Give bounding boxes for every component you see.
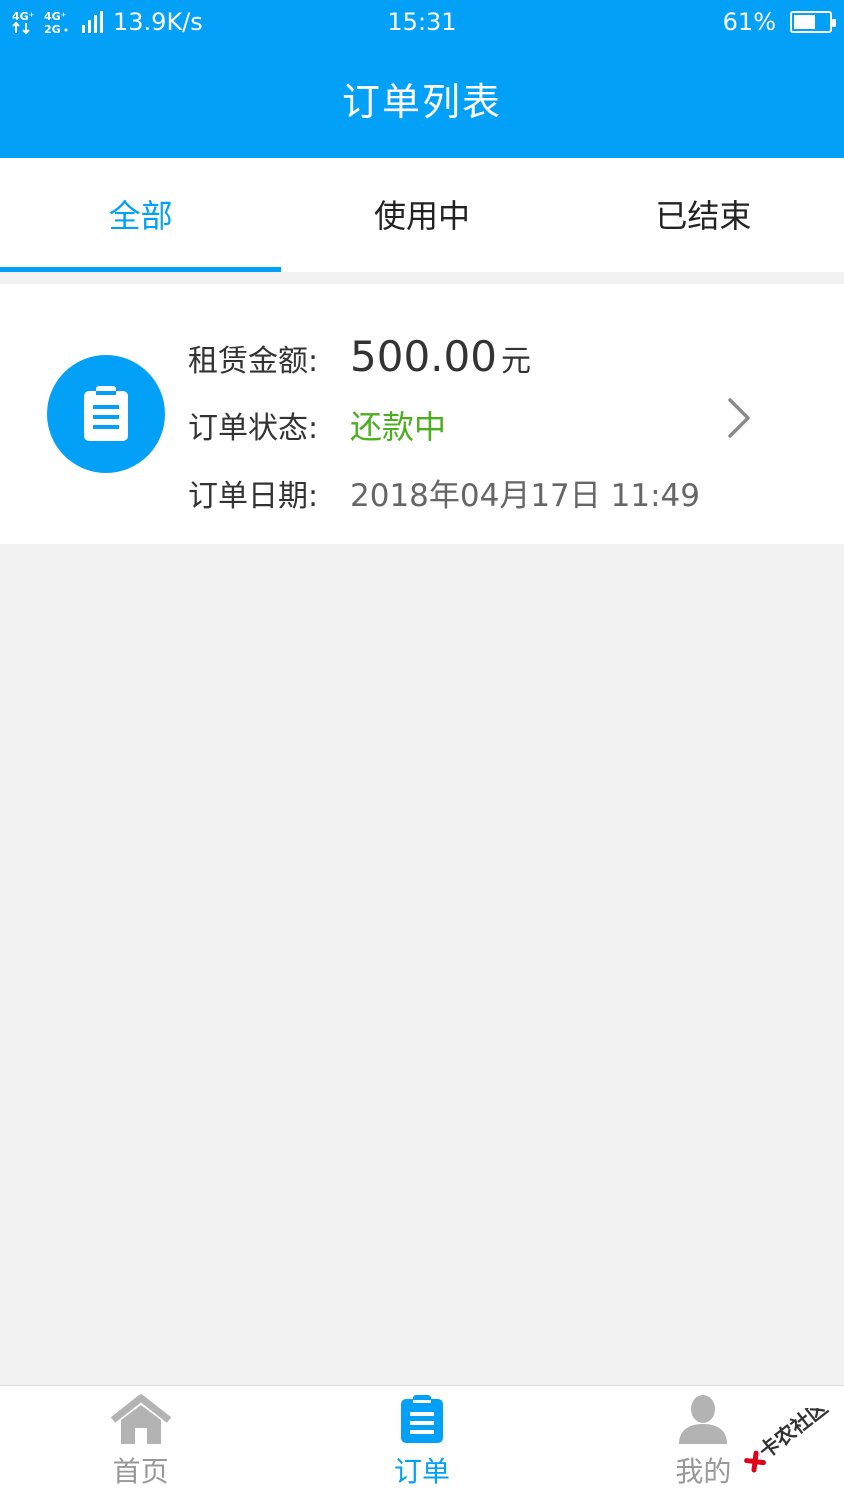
nav-home[interactable]: 首页 bbox=[0, 1386, 281, 1500]
status-label: 订单状态: bbox=[188, 411, 319, 446]
order-icon-badge bbox=[47, 355, 165, 473]
tab-all[interactable]: 全部 bbox=[0, 158, 282, 272]
battery-tip bbox=[832, 19, 836, 27]
watermark-logo: 卡农社区 bbox=[744, 1408, 832, 1473]
tab-in-use-label: 使用中 bbox=[373, 197, 470, 235]
bottom-nav: 首页 订单 我的 bbox=[0, 1385, 844, 1500]
user-icon bbox=[679, 1395, 728, 1444]
order-list-screen: 4G⁺ 4G⁺ 2G 13.9K/s 15:31 61% 订单列表 全部 使用中… bbox=[0, 0, 844, 1500]
tab-finished[interactable]: 已结束 bbox=[563, 158, 844, 272]
chevron-right-icon bbox=[728, 398, 750, 438]
tab-all-label: 全部 bbox=[108, 197, 173, 235]
tab-bar: 全部 使用中 已结束 bbox=[0, 158, 844, 272]
battery-fill bbox=[794, 15, 815, 29]
order-date-row: 订单日期: 2018年04月17日 11:49 bbox=[188, 470, 700, 515]
clipboard-icon bbox=[400, 1395, 443, 1443]
order-status-row: 订单状态: 还款中 bbox=[188, 402, 446, 448]
date-label: 订单日期: bbox=[188, 479, 319, 514]
tab-in-use[interactable]: 使用中 bbox=[281, 158, 562, 272]
status-bar: 4G⁺ 4G⁺ 2G 13.9K/s 15:31 61% bbox=[0, 0, 844, 46]
order-amount-row: 租赁金额: 500.00 元 bbox=[188, 332, 531, 381]
nav-orders-label: 订单 bbox=[393, 1455, 450, 1488]
nav-orders[interactable]: 订单 bbox=[281, 1386, 562, 1500]
battery-percent: 61% bbox=[722, 8, 776, 36]
page-title: 订单列表 bbox=[341, 80, 502, 124]
tab-finished-label: 已结束 bbox=[655, 197, 752, 235]
header: 订单列表 bbox=[0, 46, 844, 158]
status-right: 61% bbox=[722, 8, 836, 36]
status-time: 15:31 bbox=[387, 8, 457, 36]
tab-active-indicator bbox=[0, 267, 282, 272]
battery-icon bbox=[790, 11, 836, 33]
status-value: 还款中 bbox=[350, 408, 447, 446]
nav-home-label: 首页 bbox=[112, 1455, 169, 1488]
clipboard-icon bbox=[84, 386, 128, 441]
date-value: 2018年04月17日 11:49 bbox=[350, 478, 700, 514]
amount-value: 500.00 bbox=[350, 332, 497, 381]
watermark-text: 卡农社区 bbox=[754, 1408, 832, 1463]
amount-unit: 元 bbox=[500, 344, 531, 379]
home-icon bbox=[110, 1394, 171, 1444]
amount-label: 租赁金额: bbox=[188, 344, 319, 379]
order-card[interactable]: 租赁金额: 500.00 元 订单状态: 还款中 订单日期: 2018年04月1… bbox=[0, 284, 844, 544]
